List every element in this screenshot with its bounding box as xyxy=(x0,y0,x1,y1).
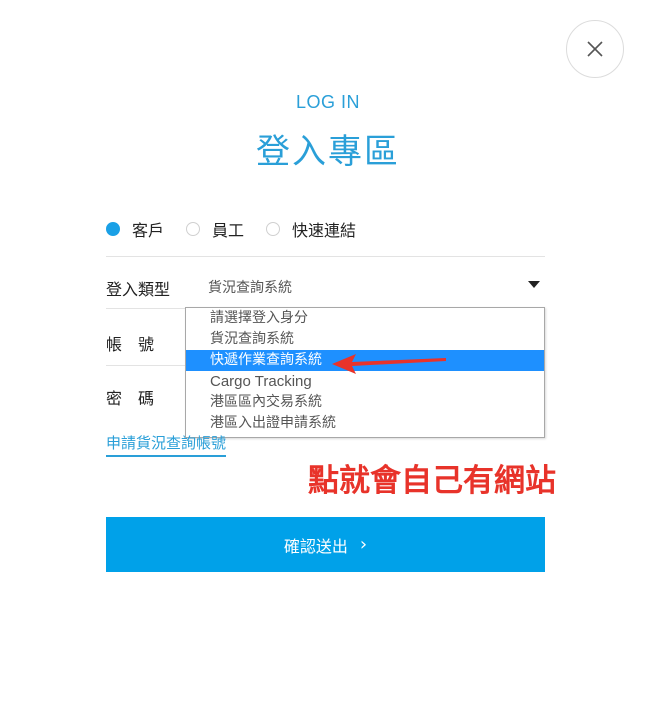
dropdown-option[interactable]: 港區入出證申請系統 xyxy=(186,413,544,434)
radio-unchecked-icon xyxy=(266,222,281,236)
password-label: 密 碼 xyxy=(106,389,155,408)
dropdown-option[interactable]: 貨況查詢系統 xyxy=(186,329,544,350)
login-type-label: 登入類型 xyxy=(106,280,171,299)
radio-unchecked-icon xyxy=(186,222,201,236)
chevron-right-icon: › xyxy=(359,534,368,555)
account-label: 帳 號 xyxy=(106,335,155,354)
divider xyxy=(106,256,545,257)
dropdown-option[interactable]: 港區區內交易系統 xyxy=(186,392,544,413)
login-subtitle: LOG IN xyxy=(295,92,360,112)
login-type-select[interactable]: 貨況查詢系統 xyxy=(208,277,292,297)
page-title: 登入專區 xyxy=(256,132,400,172)
apply-account-link[interactable]: 申請貨況查詢帳號 xyxy=(106,432,227,457)
radio-label: 員工 xyxy=(212,221,245,240)
annotation-text: 點就會自己有網站 xyxy=(308,463,556,499)
close-button[interactable] xyxy=(566,20,624,78)
dropdown-caret-icon[interactable] xyxy=(528,281,540,288)
radio-label: 快速連結 xyxy=(292,221,357,240)
radio-employee[interactable]: 員工 xyxy=(186,217,244,241)
radio-label: 客戶 xyxy=(132,221,165,240)
submit-button[interactable]: 確認送出 › xyxy=(106,517,545,572)
close-icon xyxy=(587,41,603,57)
radio-quick-links[interactable]: 快速連結 xyxy=(266,217,356,241)
radio-checked-icon xyxy=(106,222,120,236)
dropdown-option[interactable]: 請選擇登入身分 xyxy=(186,308,544,329)
radio-customer[interactable]: 客戶 xyxy=(106,217,164,241)
submit-button-label: 確認送出 xyxy=(283,536,348,556)
annotation-arrow-icon xyxy=(332,354,446,374)
login-role-radio-group: 客戶 員工 快速連結 xyxy=(106,217,378,241)
